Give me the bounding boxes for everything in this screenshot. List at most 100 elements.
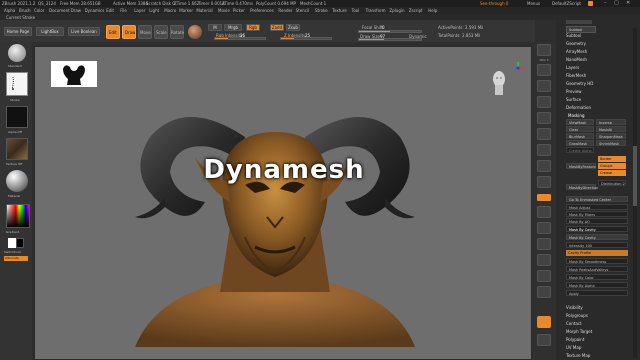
actual-button[interactable] [537, 96, 551, 108]
menu-alpha[interactable]: Alpha [4, 8, 15, 13]
draw-button[interactable]: Draw [122, 25, 136, 39]
linefill-button[interactable] [537, 270, 551, 282]
viewmask-button[interactable]: ViewMask [566, 119, 594, 125]
zoom-button[interactable] [537, 80, 551, 92]
create-alpha-button[interactable]: Create Alpha [566, 147, 594, 153]
mask-by-color-section[interactable]: Mask By Color [566, 274, 628, 280]
sharpenmask-button[interactable]: SharpenMask [596, 133, 626, 139]
menu-help[interactable]: Help [428, 8, 437, 13]
crease-button[interactable]: Crease [598, 170, 626, 176]
menu-file[interactable]: File [120, 8, 127, 13]
scale-button[interactable]: Scale [154, 25, 168, 39]
mask-by-ao-section[interactable]: Mask By AO [566, 218, 628, 224]
geometry-hd-section[interactable]: Geometry HD [566, 81, 593, 86]
distribution-slider[interactable]: Distribution 2 [598, 180, 626, 186]
aahalf-button[interactable] [537, 112, 551, 124]
color-picker[interactable] [6, 204, 30, 228]
menu-transform[interactable]: Transform [366, 8, 386, 13]
mask-by-cavity-section[interactable]: Mask By Cavity [566, 226, 628, 232]
groups-button[interactable]: Groups [598, 163, 626, 169]
xyz-button[interactable] [537, 194, 551, 201]
rotate-button[interactable]: Rotate [170, 25, 184, 39]
maskall-button[interactable]: MaskAll [596, 126, 626, 132]
preview-section[interactable]: Preview [566, 89, 582, 94]
deformation-section[interactable]: Deformation [566, 105, 591, 110]
menu-tool[interactable]: Tool [352, 8, 360, 13]
rgb-intensity-slider[interactable] [214, 37, 266, 40]
default-zscript[interactable]: DefaultZScript [552, 1, 581, 6]
zsub-button[interactable]: Zsub [286, 24, 300, 31]
mask-peaks-valleys-section[interactable]: Mask PeaksAndValleys [566, 266, 628, 272]
intensity-slider[interactable]: Intensity 100 [566, 242, 628, 248]
menu-document[interactable]: Document [49, 8, 70, 13]
texture-map-section[interactable]: Texture Map [566, 353, 590, 358]
surface-section[interactable]: Surface [566, 97, 581, 102]
move-view-button[interactable] [537, 222, 551, 234]
mask-by-feature-button[interactable]: MaskByFeature [566, 163, 596, 169]
contact-section[interactable]: Contact [566, 321, 582, 326]
xpose-button[interactable] [537, 334, 551, 346]
menu-draw[interactable]: Draw [71, 8, 81, 13]
menu-brush[interactable]: Brush [19, 8, 31, 13]
menu-texture[interactable]: Texture [332, 8, 347, 13]
edit-button[interactable]: Edit [106, 25, 120, 39]
nanomesh-section[interactable]: NanoMesh [566, 57, 587, 62]
stroke-thumbnail[interactable] [6, 72, 28, 96]
visibility-section[interactable]: Visibility [566, 305, 583, 310]
mask-by-smoothness-section[interactable]: Mask By Smoothness [566, 258, 628, 264]
rgb-button[interactable]: Rgb [246, 24, 260, 31]
material-sphere-icon[interactable] [188, 25, 202, 39]
geometry-section[interactable]: Geometry [566, 41, 586, 46]
uv-map-section[interactable]: UV Map [566, 345, 581, 350]
menu-stencil[interactable]: Stencil [296, 8, 310, 13]
menu-zplugin[interactable]: Zplugin [389, 8, 404, 13]
scroll-button[interactable] [537, 64, 551, 76]
transp-button[interactable] [537, 286, 551, 298]
morph-target-section[interactable]: Morph Target [566, 329, 592, 334]
z-intensity-slider[interactable] [280, 37, 332, 40]
apply-button[interactable]: Apply [566, 290, 628, 296]
arraymesh-section[interactable]: ArrayMesh [566, 49, 587, 54]
menu-stroke[interactable]: Stroke [315, 8, 328, 13]
menu-preferences[interactable]: Preferences [250, 8, 274, 13]
alternate-button[interactable]: Alternate [4, 256, 28, 261]
cavity-profile-curve[interactable]: Cavity Profile [566, 250, 628, 256]
standard-brush-icon[interactable] [8, 44, 26, 62]
rotate-view-button[interactable] [537, 254, 551, 266]
menu-dynamics[interactable]: Dynamics [85, 8, 105, 13]
polypaint-section[interactable]: Polypaint [566, 337, 584, 342]
polygroups-section[interactable]: Polygroups [566, 313, 588, 318]
orientation-head-icon[interactable] [489, 67, 509, 97]
zadd-button[interactable]: Zadd [270, 24, 284, 31]
floor-button[interactable] [537, 160, 551, 172]
material-thumbnail[interactable] [6, 170, 28, 192]
mask-by-alpha-section[interactable]: Mask By Alpha [566, 282, 628, 288]
orange-indicator-icon[interactable] [588, 1, 593, 6]
texture-thumbnail[interactable] [6, 138, 28, 160]
subtool-section[interactable]: Subtool [566, 33, 581, 38]
menu-layer[interactable]: Layer [134, 8, 145, 13]
live-boolean-button[interactable]: Live Boolean [68, 27, 100, 36]
menu-zscript[interactable]: Zscript [409, 8, 423, 13]
menu-marker[interactable]: Marker [179, 8, 193, 13]
layers-section[interactable]: Layers [566, 65, 579, 70]
menu-macro[interactable]: Macro [164, 8, 176, 13]
dynamic-toggle[interactable]: Dynamic [409, 34, 427, 39]
growmask-button[interactable]: GrowMask [566, 140, 594, 146]
focal-shift-slider[interactable] [358, 30, 422, 33]
persp-button[interactable] [537, 144, 551, 156]
see-through-control[interactable]: See-through 0 [480, 1, 508, 6]
fibermesh-section[interactable]: FiberMesh [566, 73, 586, 78]
axis-gizmo-icon[interactable] [512, 59, 524, 71]
mask-by-fibers-section[interactable]: Mask By Fibers [566, 211, 628, 217]
bpr-button[interactable] [537, 44, 551, 56]
subtool-tab[interactable]: Subtool [566, 26, 596, 33]
m-button[interactable]: M [208, 24, 222, 31]
mrgb-button[interactable]: Mrgb [224, 24, 242, 31]
blurmask-button[interactable]: BlurMask [566, 133, 594, 139]
mask-by-direction-button[interactable]: MaskByDirection [566, 184, 598, 190]
right-tray-scrollbar[interactable] [633, 28, 637, 358]
close-icon[interactable]: ✕ [626, 1, 630, 6]
zoom3d-button[interactable] [537, 238, 551, 250]
menu-picker[interactable]: Picker [233, 8, 245, 13]
